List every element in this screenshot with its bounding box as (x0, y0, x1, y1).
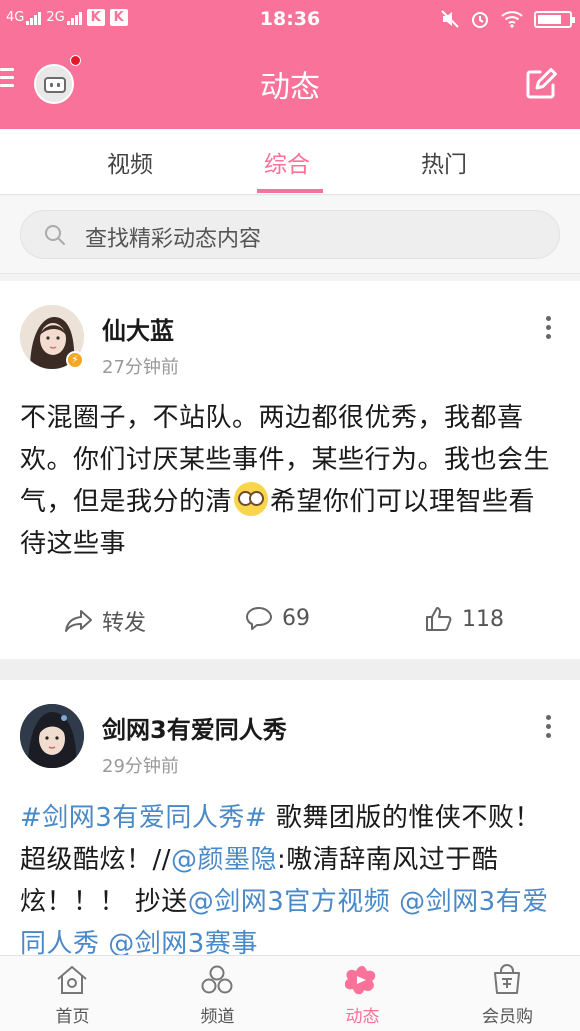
mention-link[interactable]: @剑网3赛事 (108, 929, 258, 955)
avatar-image (20, 704, 84, 768)
hashtag-link[interactable]: #剑网3有爱同人秀# (20, 803, 267, 833)
tab-bar: 视频 综合 热门 (0, 129, 580, 195)
nav-label: 会员购 (482, 1007, 533, 1027)
search-area: 查找精彩动态内容 (0, 196, 580, 274)
username[interactable]: 剑网3有爱同人秀 (102, 710, 287, 745)
feed-card: ⚡ 仙大蓝 27分钟前 不混圈子，不站队。两边都很优秀，我都喜欢。你们讨厌某些事… (0, 281, 580, 659)
post-time: 29分钟前 (102, 756, 179, 777)
status-bar-right (440, 9, 575, 29)
nav-dynamic[interactable]: 动态 (290, 956, 435, 1031)
username[interactable]: 仙大蓝 (102, 311, 174, 346)
home-icon (57, 966, 87, 994)
active-tab-indicator (257, 189, 323, 193)
search-input[interactable]: 查找精彩动态内容 (20, 210, 560, 259)
feed-card: 剑网3有爱同人秀 29分钟前 #剑网3有爱同人秀# 歌舞团版的惟侠不败！超级酷炫… (0, 680, 580, 955)
post-content: #剑网3有爱同人秀# 歌舞团版的惟侠不败！超级酷炫！//@颜墨隐:嗷清辞南风过于… (20, 797, 560, 955)
tab-general[interactable]: 综合 (264, 145, 310, 179)
bottom-navigation: 首页 频道 动态 会员购 (0, 955, 580, 1031)
search-icon (45, 225, 65, 245)
shop-icon (494, 964, 520, 994)
nav-shop[interactable]: 会员购 (435, 956, 580, 1031)
channels-icon (201, 965, 233, 994)
post-content: 不混圈子，不站队。两边都很优秀，我都喜欢。你们讨厌某些事件，某些行为。我也会生气… (20, 403, 551, 559)
app-header: 动态 (0, 38, 580, 129)
nav-label: 动态 (345, 1007, 380, 1027)
comment-icon (246, 607, 272, 630)
nav-label: 频道 (200, 1007, 235, 1027)
more-options-icon[interactable] (546, 316, 552, 342)
top-bar: 4G 2G K K 18:36 动态 (0, 0, 580, 129)
mention-link[interactable]: @剑网3官方视频 (188, 887, 391, 917)
battery-level (538, 14, 561, 24)
dynamic-icon (345, 966, 376, 995)
share-icon (65, 610, 92, 632)
flushed-face-emoji-icon (234, 482, 269, 516)
repost-button[interactable]: 转发 (64, 605, 146, 637)
nav-home[interactable]: 首页 (0, 956, 145, 1031)
alarm-icon (472, 12, 488, 28)
edit-icon[interactable] (524, 67, 558, 101)
status-bar: 4G 2G K K 18:36 (0, 0, 580, 38)
thumbs-up-icon (426, 607, 452, 631)
post-time: 27分钟前 (102, 357, 179, 378)
nav-label: 首页 (55, 1007, 90, 1027)
comment-button[interactable]: 69 (244, 605, 310, 631)
verified-badge-icon: ⚡ (66, 351, 84, 369)
wifi-icon (501, 11, 523, 28)
battery-icon (534, 10, 575, 28)
search-placeholder: 查找精彩动态内容 (85, 227, 262, 252)
tab-video[interactable]: 视频 (107, 145, 153, 179)
more-options-icon[interactable] (546, 715, 552, 741)
tab-hot[interactable]: 热门 (421, 145, 467, 179)
like-button[interactable]: 118 (424, 605, 504, 633)
nav-channels[interactable]: 频道 (145, 956, 290, 1031)
mute-icon (441, 10, 459, 28)
user-avatar[interactable] (20, 704, 84, 768)
post-actions: 转发 69 118 (0, 601, 580, 641)
card-divider (0, 659, 580, 680)
mention-link[interactable]: @颜墨隐 (171, 845, 277, 875)
page-title: 动态 (260, 70, 320, 105)
